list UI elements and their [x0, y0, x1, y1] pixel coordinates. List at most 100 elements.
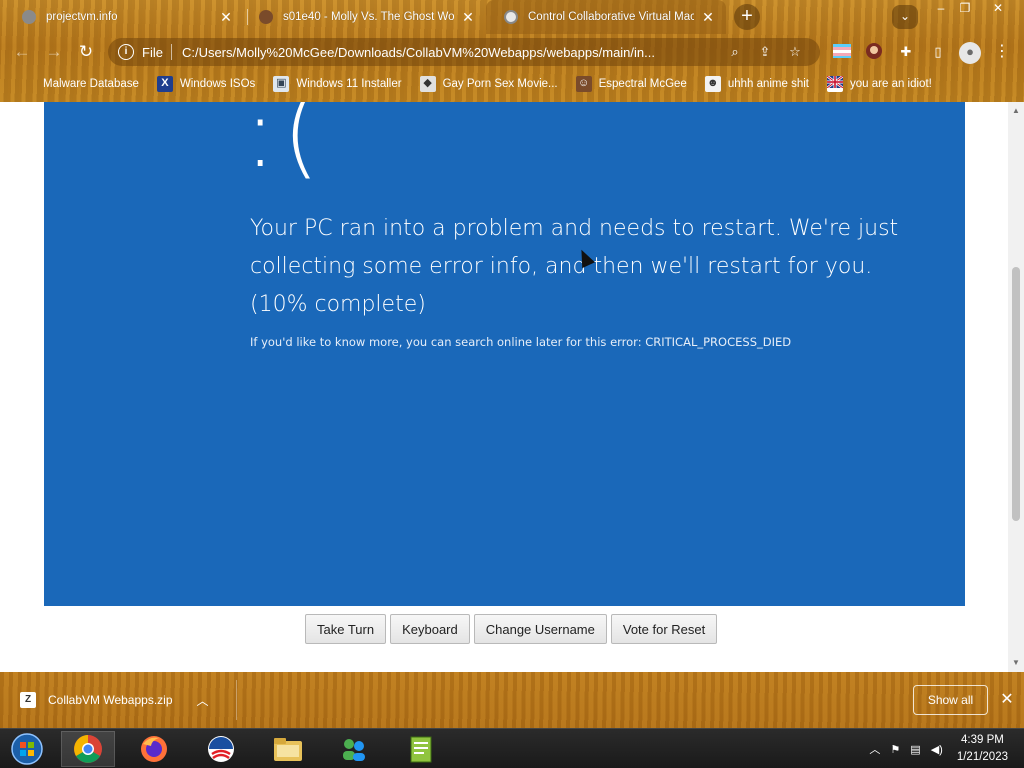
tab-title: projectvm.info	[46, 11, 118, 23]
browser-frame: projectvm.info ✕ s01e40 - Molly Vs. The …	[0, 0, 1024, 102]
bsod-message: Your PC ran into a problem and needs to …	[250, 216, 899, 317]
bookmark-anime[interactable]: ☻ uhhh anime shit	[704, 76, 810, 92]
clock-date: 1/21/2023	[956, 751, 1008, 763]
globe-icon	[504, 10, 518, 24]
url-text[interactable]: C:/Users/Molly%20McGee/Downloads/CollabV…	[182, 45, 720, 60]
download-bar: Z CollabVM Webapps.zip ︿ Show all ✕	[0, 672, 1024, 728]
clock[interactable]: 4:39 PM 1/21/2023	[957, 732, 1008, 766]
scroll-up-icon[interactable]: ▲	[1011, 106, 1021, 116]
taskbar: ︿ ⚑ ▤ ◀) 4:39 PM 1/21/2023	[0, 728, 1024, 768]
page-content: :( Your PC ran into a problem and needs …	[0, 102, 1024, 672]
picture-icon: ▣	[273, 76, 290, 92]
close-icon[interactable]: ✕	[218, 9, 234, 26]
divider	[236, 680, 237, 720]
close-icon[interactable]: ✕	[700, 9, 716, 26]
star-icon[interactable]: ☆	[780, 44, 810, 60]
bookmark-windows-11-installer[interactable]: ▣ Windows 11 Installer	[273, 76, 402, 92]
bookmark-gay-porn[interactable]: ◆ Gay Porn Sex Movie...	[419, 76, 558, 92]
new-tab-button[interactable]: +	[734, 4, 760, 30]
extension-avatar-icon[interactable]	[863, 42, 885, 64]
bsod-stop-code: If you'd like to know more, you can sear…	[250, 335, 792, 349]
scroll-down-icon[interactable]: ▼	[1011, 658, 1021, 668]
close-icon[interactable]: ✕	[996, 687, 1018, 713]
browser-toolbar: ← → ↻ i File C:/Users/Molly%20McGee/Down…	[0, 34, 1024, 70]
folder-icon	[274, 738, 302, 761]
chevron-up-icon[interactable]: ︿	[197, 692, 209, 709]
bookmark-you-are-an-idiot[interactable]: you are an idiot!	[826, 75, 932, 92]
bookmark-label: Espectral McGee	[598, 78, 687, 90]
taskbar-network-app[interactable]	[327, 731, 381, 767]
page-scrollbar[interactable]: ▲ ▼	[1008, 102, 1024, 672]
vm-controls: Take Turn Keyboard Change Username Vote …	[305, 614, 718, 644]
vote-reset-button[interactable]: Vote for Reset	[610, 614, 718, 644]
zip-file-icon: Z	[20, 692, 36, 708]
profile-avatar[interactable]: ●	[959, 42, 981, 64]
obama-logo-icon	[208, 736, 234, 762]
chrome-icon	[74, 735, 102, 763]
windows-orb-icon	[11, 733, 43, 765]
start-button[interactable]	[0, 731, 54, 767]
x-icon: X	[156, 76, 173, 92]
back-icon[interactable]: ←	[10, 40, 34, 64]
tab-search-button[interactable]: ⌄	[892, 5, 918, 29]
tab-title: s01e40 - Molly Vs. The Ghost Wo	[283, 11, 454, 23]
bookmark-label: Malware Database	[43, 78, 139, 90]
share-icon[interactable]: ⇪	[750, 44, 780, 60]
menu-dots-icon[interactable]: ⋮	[991, 42, 1013, 64]
malware-icon	[20, 76, 36, 92]
system-tray: ︿ ⚑ ▤ ◀) 4:39 PM 1/21/2023	[869, 729, 1024, 768]
bookmark-malware-database[interactable]: Malware Database	[20, 76, 139, 92]
download-item[interactable]: Z CollabVM Webapps.zip ︿	[20, 686, 209, 714]
network-icon[interactable]: ▤	[910, 743, 920, 756]
take-turn-button[interactable]: Take Turn	[305, 614, 387, 644]
close-window-button[interactable]: ✕	[983, 0, 1013, 18]
bookmark-espectral-mcgee[interactable]: ☺ Espectral McGee	[575, 76, 687, 92]
tab-projectvm[interactable]: projectvm.info ✕	[4, 0, 244, 34]
bookmark-label: Gay Porn Sex Movie...	[442, 78, 558, 90]
scheme-label: File	[142, 44, 163, 60]
show-hidden-icons-icon[interactable]: ︿	[869, 741, 880, 757]
character-icon: ☺	[575, 76, 592, 92]
close-icon[interactable]: ✕	[460, 9, 476, 26]
info-icon[interactable]: i	[118, 44, 134, 60]
bookmark-label: Windows ISOs	[179, 78, 256, 90]
forward-icon[interactable]: →	[42, 40, 66, 64]
zoom-icon[interactable]: ⌕	[720, 44, 750, 60]
keyboard-button[interactable]: Keyboard	[390, 614, 470, 644]
extension-trans-flag-icon[interactable]	[831, 42, 853, 64]
reload-icon[interactable]: ↻	[74, 40, 98, 64]
action-center-flag-icon[interactable]: ⚑	[890, 743, 900, 756]
clock-time: 4:39 PM	[961, 734, 1004, 746]
vm-screen[interactable]: :( Your PC ran into a problem and needs …	[44, 102, 965, 606]
network-people-icon	[343, 739, 365, 761]
tab-molly-video[interactable]: s01e40 - Molly Vs. The Ghost Wo ✕	[241, 0, 486, 34]
globe-icon	[22, 10, 36, 24]
firefox-icon	[141, 736, 167, 762]
bookmarks-bar: Malware Database X Windows ISOs ▣ Window…	[0, 70, 1024, 98]
bookmark-label: uhhh anime shit	[727, 78, 810, 90]
bookmark-windows-isos[interactable]: X Windows ISOs	[156, 76, 256, 92]
change-username-button[interactable]: Change Username	[473, 614, 607, 644]
side-panel-icon[interactable]: ▯	[927, 42, 949, 64]
bookmark-label: you are an idiot!	[850, 78, 932, 90]
address-bar[interactable]: i File C:/Users/Molly%20McGee/Downloads/…	[108, 38, 820, 66]
show-all-button[interactable]: Show all	[913, 685, 988, 715]
anime-icon: ☻	[704, 76, 721, 92]
tab-strip: projectvm.info ✕ s01e40 - Molly Vs. The …	[0, 0, 1024, 34]
taskbar-file-explorer[interactable]	[261, 731, 315, 767]
notepad-plus-plus-icon	[410, 736, 432, 763]
taskbar-firefox[interactable]	[127, 731, 181, 767]
bookmark-label: Windows 11 Installer	[296, 78, 402, 90]
flag-icon	[826, 75, 844, 92]
volume-icon[interactable]: ◀)	[931, 743, 943, 756]
taskbar-notepad-plus-plus[interactable]	[394, 731, 448, 767]
maximize-button[interactable]: ❐	[950, 0, 980, 18]
scrollbar-thumb[interactable]	[1012, 267, 1020, 521]
tab-collabvm[interactable]: Control Collaborative Virtual Mac ✕	[486, 0, 726, 34]
taskbar-chrome[interactable]	[61, 731, 115, 767]
taskbar-obama-logo[interactable]	[194, 731, 248, 767]
extensions-puzzle-icon[interactable]: ✚	[895, 42, 917, 64]
character-icon	[259, 10, 273, 24]
cube-icon: ◆	[419, 76, 436, 92]
download-filename: CollabVM Webapps.zip	[48, 693, 173, 707]
